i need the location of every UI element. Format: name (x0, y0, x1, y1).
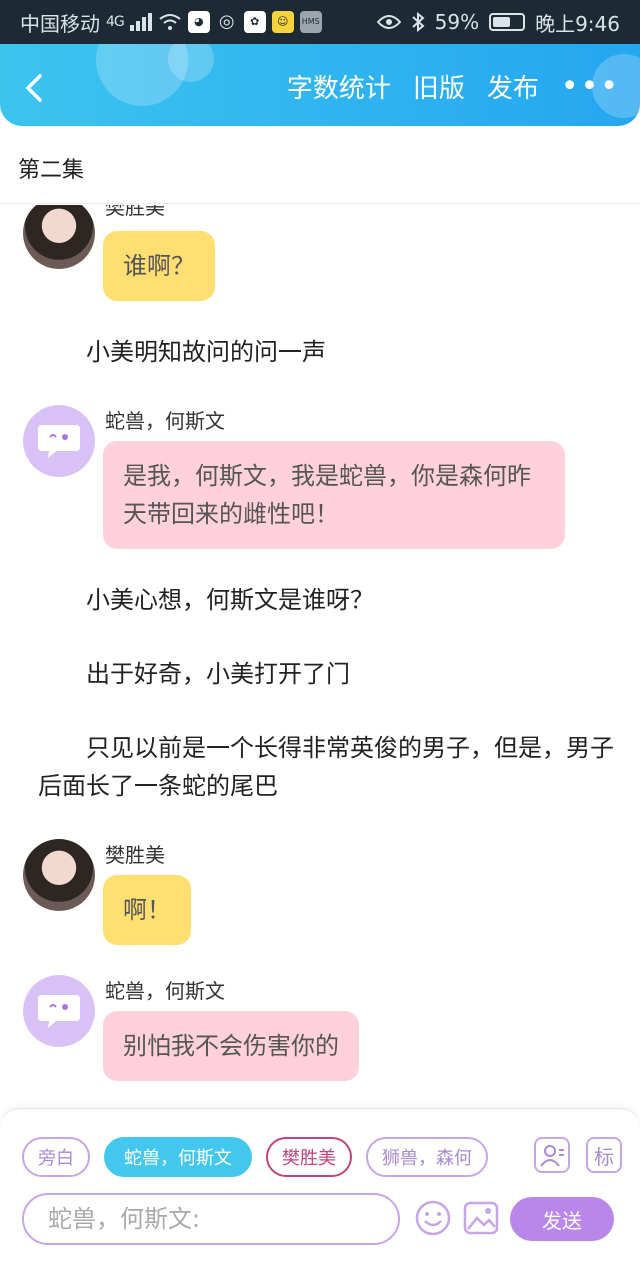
speaker-name: 蛇兽，何斯文 (105, 979, 225, 1003)
chevron-left-icon[interactable] (18, 70, 54, 106)
battery-icon (489, 13, 526, 31)
role-chips: 旁白 蛇兽，何斯文 樊胜美 狮兽，森何 (22, 1137, 488, 1177)
message-bubble[interactable]: 是我，何斯文，我是蛇兽，你是森何昨天带回来的雌性吧！ (103, 441, 565, 549)
story-content[interactable]: 樊胜美 谁啊？ 小美明知故问的问一声 蛇兽，何斯文 是我，何斯文，我是蛇兽，你是… (0, 205, 640, 1105)
mark-button[interactable]: 标 (586, 1137, 622, 1173)
narration-text[interactable]: 小美明知故问的问一声 (38, 333, 618, 371)
episode-title: 第二集 (0, 126, 640, 204)
message-bubble[interactable]: 谁啊？ (103, 231, 215, 301)
speaker-name: 蛇兽，何斯文 (105, 409, 225, 433)
message-input-wrap (22, 1193, 400, 1245)
role-chip-fan[interactable]: 樊胜美 (266, 1137, 352, 1177)
message-bubble[interactable]: 啊！ (103, 875, 191, 945)
old-version-button[interactable]: 旧版 (413, 68, 465, 105)
speech-bubble-avatar (23, 405, 95, 477)
girl-avatar (23, 205, 95, 269)
role-chip-snake[interactable]: 蛇兽，何斯文 (104, 1137, 252, 1177)
speech-bubble-icon (38, 995, 80, 1028)
publish-button[interactable]: 发布 (487, 68, 539, 105)
role-chip-narrator[interactable]: 旁白 (22, 1137, 90, 1177)
app-icon: ☺ (271, 11, 294, 33)
network-label: 4G (106, 14, 125, 30)
carrier-label: 中国移动 (20, 11, 100, 36)
speaker-name: 樊胜美 (105, 205, 165, 219)
dialog-message[interactable]: 樊胜美 谁啊？ (23, 205, 623, 309)
message-input[interactable] (48, 1205, 374, 1233)
speech-bubble-icon (38, 425, 80, 458)
dialog-message[interactable]: 蛇兽，何斯文 别怕我不会伤害你的 (23, 975, 623, 1087)
more-dots-icon[interactable]: ••• (561, 71, 620, 101)
message-bubble[interactable]: 别怕我不会伤害你的 (103, 1011, 359, 1081)
hms-icon: HMS (299, 11, 322, 33)
role-chip-lion[interactable]: 狮兽，森何 (366, 1137, 488, 1177)
word-count-button[interactable]: 字数统计 (287, 68, 391, 105)
composer-panel: 旁白 蛇兽，何斯文 樊胜美 狮兽，森何 标 发送 (0, 1108, 640, 1280)
clock: 晚上9:46 (535, 11, 620, 36)
baidu-icon: ✿ (243, 11, 266, 33)
qq-browser-icon: ◕ (187, 11, 210, 33)
wechat-icon: ◎ (218, 11, 235, 32)
narration-text[interactable]: 出于好奇，小美打开了门 (38, 655, 618, 693)
wifi-icon (159, 14, 181, 30)
narration-text[interactable]: 小美心想，何斯文是谁呀？ (38, 581, 618, 619)
dialog-message[interactable]: 蛇兽，何斯文 是我，何斯文，我是蛇兽，你是森何昨天带回来的雌性吧！ (23, 405, 623, 555)
top-header: 字数统计 旧版 发布 ••• (0, 44, 640, 126)
speech-bubble-avatar (23, 975, 95, 1047)
girl-avatar (23, 839, 95, 911)
person-card-icon[interactable] (534, 1137, 570, 1173)
episode-title-text: 第二集 (18, 158, 85, 183)
eye-icon (376, 15, 401, 29)
narration-text[interactable]: 只见以前是一个长得非常英俊的男子，但是，男子后面长了一条蛇的尾巴 (38, 729, 618, 805)
dialog-message[interactable]: 樊胜美 啊！ (23, 839, 623, 951)
smiley-icon[interactable] (414, 1199, 452, 1237)
narration-text-content: 只见以前是一个长得非常英俊的男子，但是，男子后面长了一条蛇的尾巴 (38, 734, 614, 800)
status-bar: 中国移动 4G ◕ ◎ ✿ ☺ HMS 59% 晚上9:46 (0, 0, 640, 44)
battery-percent: 59% (434, 10, 480, 34)
speaker-name: 樊胜美 (105, 843, 165, 867)
bluetooth-icon (411, 12, 425, 32)
image-icon[interactable] (462, 1199, 500, 1237)
signal-icon (129, 13, 152, 31)
send-button[interactable]: 发送 (510, 1197, 614, 1241)
decor-bubble (168, 44, 214, 82)
